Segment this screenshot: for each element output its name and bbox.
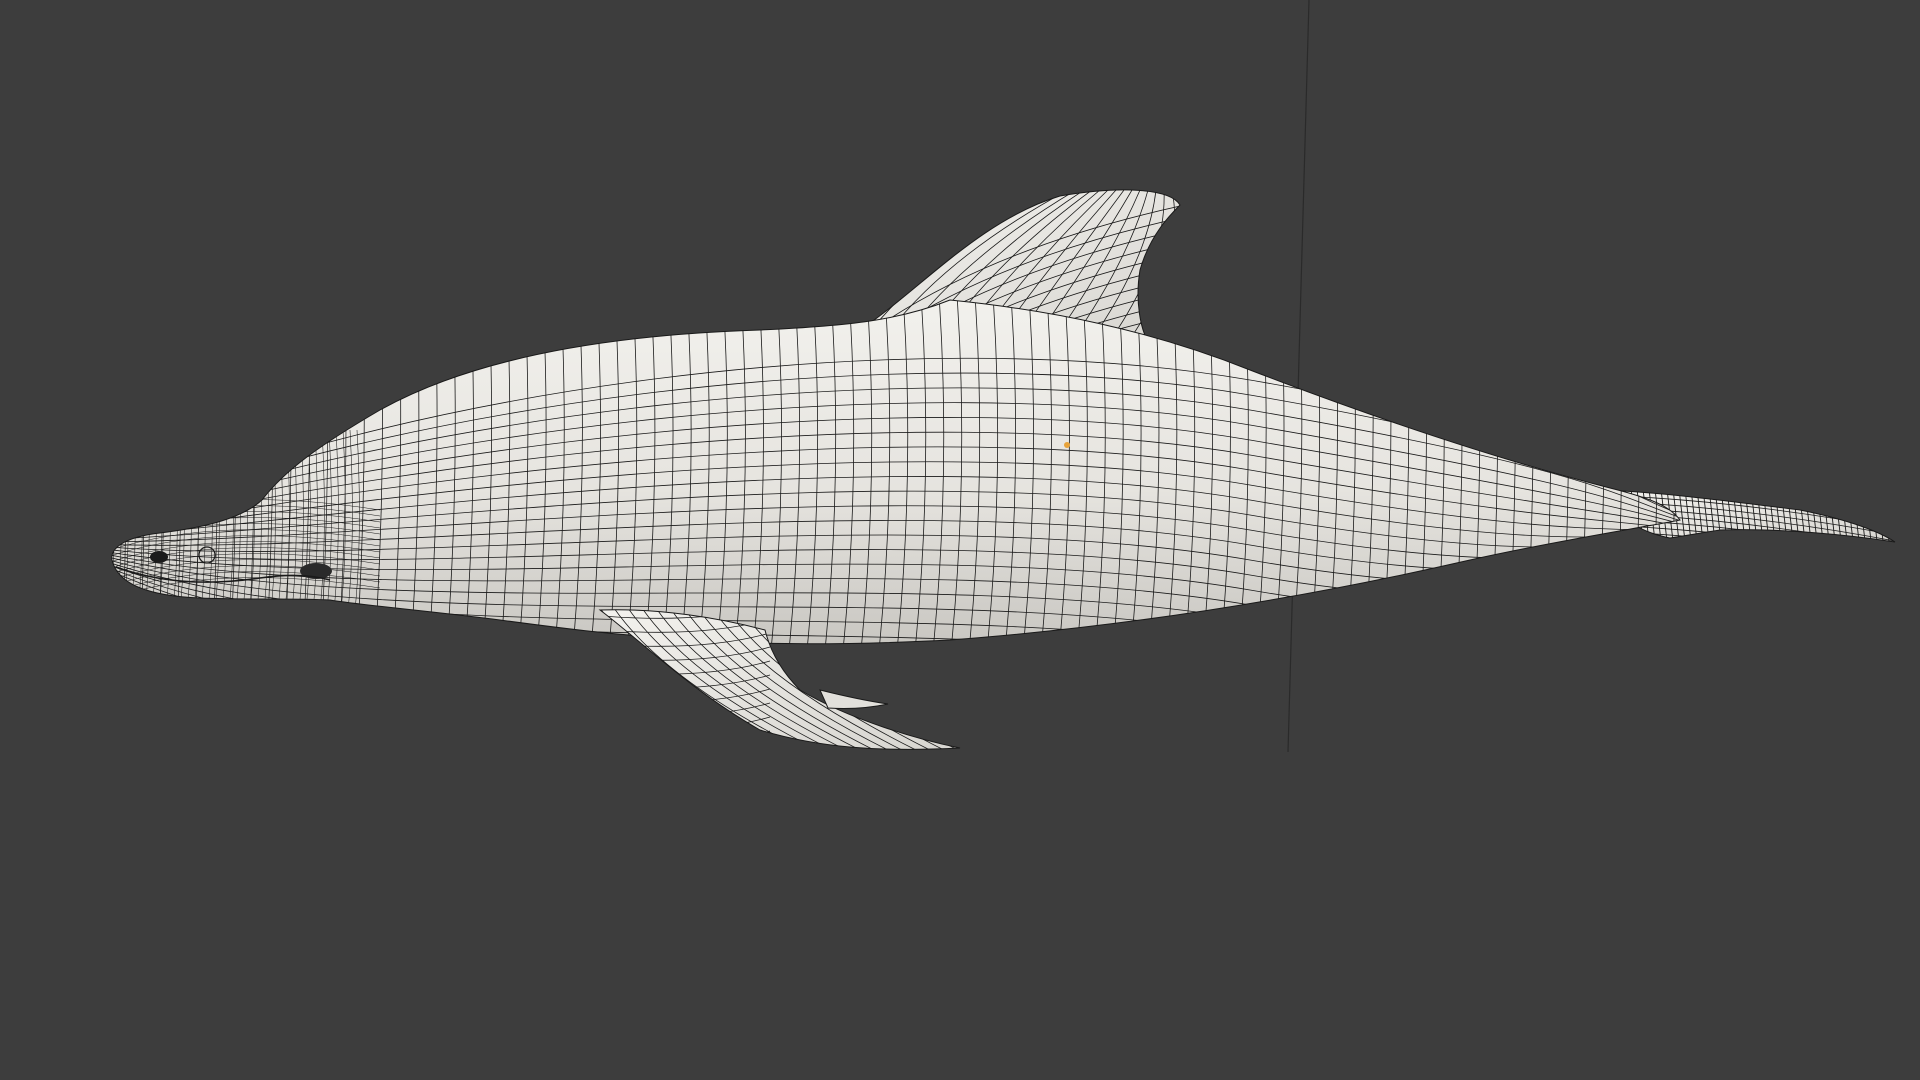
mesh-head-ring-line <box>136 429 143 621</box>
mesh-ring-line <box>1579 300 1588 644</box>
mesh-ring-line <box>175 300 183 644</box>
viewport-canvas[interactable] <box>0 0 1920 1080</box>
mesh-ring-line <box>1633 300 1641 644</box>
flipper-mesh-line <box>600 730 771 745</box>
mesh-ring-line <box>157 300 165 644</box>
mesh-ring-line <box>193 300 201 644</box>
mesh-head-ring-line <box>129 429 136 621</box>
dolphin-eye <box>150 551 168 563</box>
mesh-ring-line <box>121 300 129 644</box>
tail-mesh-line <box>1893 490 1895 542</box>
tail-mesh-line <box>1863 490 1873 542</box>
mesh-ring-line <box>247 300 256 644</box>
3d-viewport[interactable] <box>0 0 1920 1080</box>
mesh-ring-line <box>229 300 238 644</box>
tail-mesh-line <box>1851 490 1861 542</box>
pectoral-flipper-far <box>819 689 889 709</box>
tail-mesh-line <box>1857 490 1867 542</box>
mesh-ring-line <box>139 300 147 644</box>
viewport-axis-line <box>1287 0 1310 753</box>
mesh-ring-line <box>1651 300 1659 644</box>
mesh-head-ring-line <box>111 429 115 621</box>
mesh-head-ring-line <box>143 429 150 621</box>
tail-mesh-line <box>1845 490 1855 542</box>
tail-mesh-line <box>1839 490 1849 542</box>
mesh-ring-line <box>1561 300 1570 644</box>
mesh-ring-line <box>1597 300 1606 644</box>
mesh-ring-line <box>265 300 274 644</box>
tail-mesh-line <box>1600 536 1895 542</box>
mesh-head-ring-line <box>115 429 122 621</box>
mesh-ring-line <box>211 300 220 644</box>
tail-mesh-line <box>1833 490 1843 542</box>
mesh-ring-line <box>1669 300 1677 644</box>
mesh-ring-line <box>1688 280 1694 660</box>
mesh-ring-line <box>104 280 110 660</box>
tail-mesh-line <box>1900 480 1908 550</box>
object-origin-point[interactable] <box>1064 442 1070 448</box>
tail-mesh-line <box>1827 490 1837 542</box>
mesh-head-ring-line <box>122 429 129 621</box>
mesh-ring-line <box>1615 300 1623 644</box>
dolphin-mesh[interactable] <box>100 189 1908 750</box>
dolphin-body <box>104 280 1694 660</box>
